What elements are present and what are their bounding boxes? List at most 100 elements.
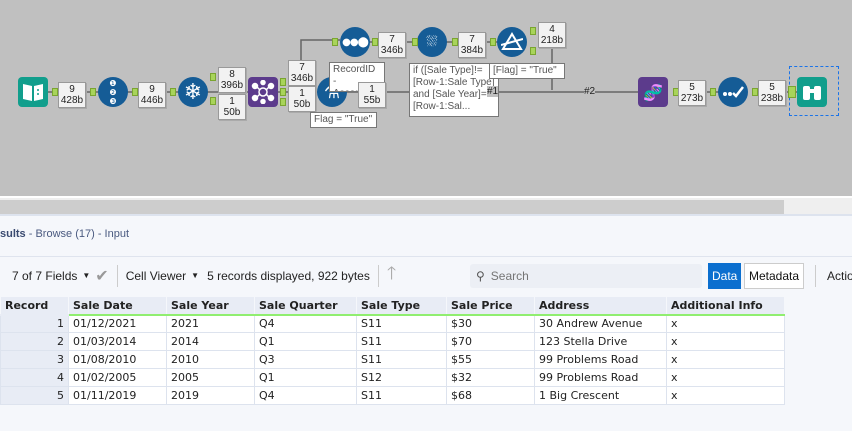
- table-row[interactable]: 4 01/02/2005 2005 Q1 S12 $32 99 Problems Road x: [0, 368, 785, 387]
- table-cell[interactable]: Q3: [254, 350, 357, 369]
- table-cell[interactable]: S11: [356, 314, 447, 333]
- input-anchor[interactable]: [710, 88, 716, 96]
- results-panel: sults - Browse (17) - Input 7 of 7 Field…: [0, 214, 852, 431]
- table-cell[interactable]: x: [666, 368, 785, 387]
- record-number[interactable]: 3: [0, 350, 69, 369]
- table-cell[interactable]: x: [666, 386, 785, 405]
- anchor-l[interactable]: [280, 78, 286, 86]
- wire-label: #1: [487, 86, 499, 97]
- record-number[interactable]: 1: [0, 314, 69, 333]
- input-anchor[interactable]: [90, 88, 96, 96]
- metadata-button[interactable]: Metadata: [744, 263, 805, 289]
- filter-icon[interactable]: [497, 27, 527, 57]
- search-input[interactable]: [490, 269, 681, 283]
- workflow-canvas[interactable]: ❶❷❸ ❄ ⚗ ●●⬤ ⛆ 🧬 9 428b 9 446b 8 396b 1 50b 7…: [0, 0, 852, 196]
- arrow-up-icon[interactable]: 🡑: [379, 261, 404, 291]
- record-count-badge: 9 428b: [58, 82, 86, 108]
- anchor-u[interactable]: [210, 73, 216, 81]
- wire-label: #2: [584, 86, 596, 97]
- record-count-badge: 7 384b: [458, 32, 486, 58]
- select-icon[interactable]: [718, 77, 748, 107]
- input-book-icon[interactable]: [18, 77, 48, 107]
- table-cell[interactable]: 01/11/2019: [68, 386, 167, 405]
- cell-viewer-dropdown[interactable]: Cell Viewer ▼: [118, 269, 207, 283]
- table-cell[interactable]: 2019: [166, 386, 255, 405]
- record-number[interactable]: 5: [0, 386, 69, 405]
- anchor-f[interactable]: [530, 47, 536, 55]
- table-cell[interactable]: Q4: [254, 386, 357, 405]
- fields-dropdown[interactable]: 7 of 7 Fields ▼ ✔: [0, 266, 117, 286]
- input-anchor[interactable]: [170, 88, 176, 96]
- anchor-t[interactable]: [530, 27, 536, 35]
- column-header[interactable]: Sale Quarter: [254, 296, 357, 316]
- divider: [815, 265, 816, 287]
- table-row[interactable]: 3 01/08/2010 2010 Q3 S11 $55 99 Problems Road x: [0, 350, 785, 369]
- anchor-b[interactable]: [210, 97, 216, 105]
- column-header[interactable]: Sale Date: [68, 296, 167, 316]
- table-row[interactable]: 2 01/03/2014 2014 Q1 S11 $70 123 Stella Drive x: [0, 332, 785, 351]
- data-button[interactable]: Data: [708, 263, 742, 289]
- record-number[interactable]: 2: [0, 332, 69, 351]
- table-cell[interactable]: Q1: [254, 332, 357, 351]
- table-cell[interactable]: 1 Big Crescent: [534, 386, 667, 405]
- record-count-badge: 8 396b: [218, 67, 246, 93]
- multirow-formula-icon[interactable]: ⛆: [417, 27, 447, 57]
- table-cell[interactable]: 2010: [166, 350, 255, 369]
- scrollbar-thumb[interactable]: [0, 200, 784, 214]
- table-cell[interactable]: S11: [356, 386, 447, 405]
- table-cell[interactable]: S11: [356, 350, 447, 369]
- browse-icon[interactable]: [797, 77, 827, 107]
- table-cell[interactable]: 123 Stella Drive: [534, 332, 667, 351]
- sort-icon[interactable]: ●●⬤: [340, 27, 370, 57]
- join-icon[interactable]: [248, 77, 278, 107]
- input-anchor[interactable]: [412, 38, 418, 46]
- search-box[interactable]: ⚲: [470, 264, 702, 288]
- table-cell[interactable]: 99 Problems Road: [534, 368, 667, 387]
- table-cell[interactable]: x: [666, 350, 785, 369]
- dynamic-rename-icon[interactable]: 🧬: [638, 77, 668, 107]
- anchor-r[interactable]: [280, 98, 286, 106]
- table-cell[interactable]: x: [666, 332, 785, 351]
- table-cell[interactable]: 30 Andrew Avenue: [534, 314, 667, 333]
- table-cell[interactable]: Q4: [254, 314, 357, 333]
- record-count-badge: 7 346b: [288, 60, 316, 86]
- table-cell[interactable]: $70: [446, 332, 535, 351]
- input-anchor[interactable]: [788, 86, 796, 98]
- multirow-annotation: if ([Sale Type]!= [Row-1:Sale Type] and …: [409, 63, 499, 117]
- table-cell[interactable]: 99 Problems Road: [534, 350, 667, 369]
- record-id-icon[interactable]: ❶❷❸: [98, 77, 128, 107]
- input-anchor[interactable]: [332, 38, 338, 46]
- table-cell[interactable]: S12: [356, 368, 447, 387]
- table-cell[interactable]: 01/12/2021: [68, 314, 167, 333]
- transpose-icon[interactable]: ❄: [178, 77, 208, 107]
- table-cell[interactable]: $30: [446, 314, 535, 333]
- input-anchor[interactable]: [490, 38, 496, 46]
- table-cell[interactable]: 2005: [166, 368, 255, 387]
- column-header[interactable]: Address: [534, 296, 667, 316]
- table-row[interactable]: 1 01/12/2021 2021 Q4 S11 $30 30 Andrew Avenue x: [0, 314, 785, 333]
- record-number[interactable]: 4: [0, 368, 69, 387]
- table-cell[interactable]: S11: [356, 332, 447, 351]
- table-cell[interactable]: 01/03/2014: [68, 332, 167, 351]
- column-header[interactable]: Record: [0, 296, 69, 316]
- anchor-j[interactable]: [280, 88, 286, 96]
- record-count-badge: 4 218b: [538, 22, 566, 48]
- column-header[interactable]: Sale Year: [166, 296, 255, 316]
- column-header[interactable]: Additional Info: [666, 296, 785, 316]
- actions-menu[interactable]: Actio: [823, 263, 852, 289]
- checkmark-icon[interactable]: ✔: [95, 266, 108, 286]
- table-cell[interactable]: x: [666, 314, 785, 333]
- table-cell[interactable]: $32: [446, 368, 535, 387]
- table-cell[interactable]: 2021: [166, 314, 255, 333]
- table-row[interactable]: 5 01/11/2019 2019 Q4 S11 $68 1 Big Crescent x: [0, 386, 785, 405]
- table-cell[interactable]: 2014: [166, 332, 255, 351]
- table-cell[interactable]: 01/08/2010: [68, 350, 167, 369]
- table-cell[interactable]: Q1: [254, 368, 357, 387]
- column-header[interactable]: Sale Price: [446, 296, 535, 316]
- table-cell[interactable]: $68: [446, 386, 535, 405]
- record-count-badge: 7 346b: [378, 32, 406, 58]
- column-header[interactable]: Sale Type: [356, 296, 447, 316]
- table-cell[interactable]: 01/02/2005: [68, 368, 167, 387]
- table-cell[interactable]: $55: [446, 350, 535, 369]
- canvas-horizontal-scrollbar[interactable]: [0, 196, 852, 214]
